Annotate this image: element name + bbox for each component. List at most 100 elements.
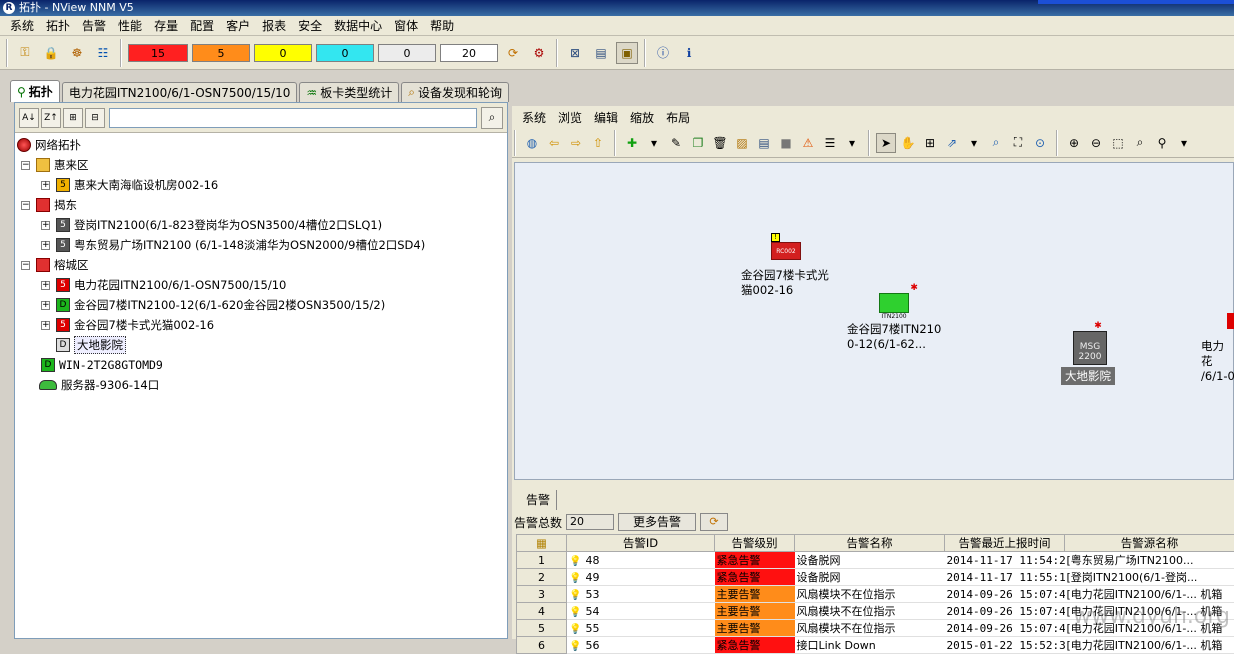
topo-node-power-garden[interactable]: 电力花 /6/1-0	[1201, 313, 1234, 384]
topo-node-itn2100[interactable]: ✱ ITN2100 金谷园7楼ITN210 0-12(6/1-62...	[847, 283, 941, 352]
tree-search-input[interactable]	[109, 108, 477, 128]
table-row[interactable]: 1 💡48 紧急告警 设备脱网 2014-11-17 11:54:28 [粤东贸…	[517, 552, 1234, 569]
sort-descending-icon[interactable]: Z↑	[41, 108, 61, 128]
tree-node-device[interactable]: + 5 惠来大南海临设机房002-16	[17, 175, 507, 195]
lock-icon[interactable]: 🔒	[40, 42, 62, 64]
delete-icon[interactable]: 🗑	[710, 133, 730, 153]
major-alarm-count[interactable]: 5	[192, 44, 250, 62]
tab-board-stats[interactable]: ♒ 板卡类型统计	[299, 82, 399, 102]
alarm-settings-icon[interactable]: ⚙	[528, 42, 550, 64]
alarm-tab[interactable]: 告警	[520, 490, 557, 510]
locate-icon[interactable]: ⊙	[1030, 133, 1050, 153]
binoculars-icon[interactable]: ⌕	[481, 107, 503, 129]
tree-node-device[interactable]: + 5 电力花园ITN2100/6/1-OSN7500/15/10	[17, 275, 507, 295]
zoom-region-icon[interactable]: ⬚	[1108, 133, 1128, 153]
topo-menu-browse[interactable]: 浏览	[552, 109, 588, 126]
expand-icon[interactable]: +	[41, 281, 50, 290]
globe-icon[interactable]: ◍	[522, 133, 542, 153]
chevron-down-icon[interactable]: ▾	[644, 133, 664, 153]
tree-node-group[interactable]: − 榕城区	[17, 255, 507, 275]
fit-screen-icon[interactable]: ⛶	[1008, 133, 1028, 153]
magnifier-icon[interactable]: ⌕	[1130, 133, 1150, 153]
collapse-icon[interactable]: −	[21, 201, 30, 210]
topo-menu-zoom[interactable]: 缩放	[624, 109, 660, 126]
table-row[interactable]: 6 💡56 紧急告警 接口Link Down 2015-01-22 15:52:…	[517, 637, 1234, 654]
pointer-icon[interactable]: ➤	[876, 133, 896, 153]
warning-alarm-count[interactable]: 0	[316, 44, 374, 62]
zoom-in-icon[interactable]: ⊕	[1064, 133, 1084, 153]
tree-view-icon[interactable]: ☷	[92, 42, 114, 64]
sort-ascending-icon[interactable]: A↓	[19, 108, 39, 128]
menu-inventory[interactable]: 存量	[148, 16, 184, 36]
table-row[interactable]: 3 💡53 主要告警 风扇模块不在位指示 2014-09-26 15:07:49…	[517, 586, 1234, 603]
chevron-down-icon[interactable]: ▾	[964, 133, 984, 153]
collapse-all-icon[interactable]: ⊟	[85, 108, 105, 128]
topo-node-rc002[interactable]: ! RC002 金谷园7楼卡式光 猫002-16	[741, 233, 829, 298]
about-icon[interactable]: ℹ	[678, 42, 700, 64]
topo-menu-layout[interactable]: 布局	[660, 109, 696, 126]
menu-security[interactable]: 安全	[292, 16, 328, 36]
collapse-icon[interactable]: −	[21, 261, 30, 270]
menu-customer[interactable]: 客户	[220, 16, 256, 36]
help-icon[interactable]: ⓘ	[652, 42, 674, 64]
gray-box-icon[interactable]: ■	[776, 133, 796, 153]
key-icon[interactable]: ⚿	[14, 42, 36, 64]
zoom-options-icon[interactable]: ⚲	[1152, 133, 1172, 153]
column-header[interactable]: 告警名称	[795, 535, 945, 552]
tree-node-server[interactable]: 服务器-9306-14口	[17, 375, 507, 395]
menu-window[interactable]: 窗体	[388, 16, 424, 36]
column-header[interactable]: 告警最近上报时间	[945, 535, 1065, 552]
expand-icon[interactable]: +	[41, 301, 50, 310]
table-row[interactable]: 2 💡49 紧急告警 设备脱网 2014-11-17 11:55:17 [登岗I…	[517, 569, 1234, 586]
menu-config[interactable]: 配置	[184, 16, 220, 36]
tree-node-host[interactable]: D WIN-2T2G8GTOMD9	[17, 355, 507, 375]
window-list-icon[interactable]: ▤	[590, 42, 612, 64]
topo-menu-edit[interactable]: 编辑	[588, 109, 624, 126]
list-view-icon[interactable]: ☰	[820, 133, 840, 153]
menu-alarm[interactable]: 告警	[76, 16, 112, 36]
expand-icon[interactable]: +	[41, 181, 50, 190]
back-arrow-icon[interactable]: ⇦	[544, 133, 564, 153]
menu-datacenter[interactable]: 数据中心	[328, 16, 388, 36]
topo-node-cinema[interactable]: ✱ MSG 2200 大地影院	[1061, 321, 1115, 385]
link-icon[interactable]: ⇗	[942, 133, 962, 153]
critical-alarm-count[interactable]: 15	[128, 44, 188, 62]
total-alarm-count[interactable]: 20	[440, 44, 498, 62]
event-alarm-count[interactable]: 0	[378, 44, 436, 62]
table-settings-icon[interactable]: ▦	[517, 535, 567, 552]
zoom-out-icon[interactable]: ⊖	[1086, 133, 1106, 153]
minor-alarm-count[interactable]: 0	[254, 44, 312, 62]
copy-icon[interactable]: ❐	[688, 133, 708, 153]
tree-node-group[interactable]: − 惠来区	[17, 155, 507, 175]
more-alarms-button[interactable]: 更多告警	[618, 513, 696, 531]
expand-all-icon[interactable]: ⊞	[63, 108, 83, 128]
hand-icon[interactable]: ✋	[898, 133, 918, 153]
refresh-alarms-icon[interactable]: ⟳	[700, 513, 728, 531]
tree-node-group[interactable]: − 揭东	[17, 195, 507, 215]
expand-icon[interactable]: +	[41, 321, 50, 330]
topology-canvas[interactable]: ! RC002 金谷园7楼卡式光 猫002-16 ✱ ITN2100 金谷园7楼…	[514, 162, 1234, 480]
edit-icon[interactable]: ✎	[666, 133, 686, 153]
column-header[interactable]: 告警级别	[715, 535, 795, 552]
collapse-icon[interactable]: −	[21, 161, 30, 170]
window-controls[interactable]	[1038, 0, 1234, 4]
tree-node-device[interactable]: + 5 粤东贸易广场ITN2100 (6/1-148淡浦华为OSN2000/9槽…	[17, 235, 507, 255]
menu-system[interactable]: 系统	[4, 16, 40, 36]
search-icon[interactable]: ⌕	[986, 133, 1006, 153]
lock-screen-icon[interactable]: ▣	[616, 42, 638, 64]
grid-icon[interactable]: ⊞	[920, 133, 940, 153]
tree-node-device[interactable]: + D 金谷园7楼ITN2100-12(6/1-620金谷园2楼OSN3500/…	[17, 295, 507, 315]
users-icon[interactable]: ☸	[66, 42, 88, 64]
tree-node-device-selected[interactable]: D 大地影院	[17, 335, 507, 355]
chevron-down-icon[interactable]: ▾	[842, 133, 862, 153]
tree-node-device[interactable]: + 5 登岗ITN2100(6/1-823登岗华为OSN3500/4槽位2口SL…	[17, 215, 507, 235]
chevron-down-icon[interactable]: ▾	[1174, 133, 1194, 153]
menu-topology[interactable]: 拓扑	[40, 16, 76, 36]
column-header[interactable]: 告警源名称	[1065, 535, 1234, 552]
tab-topology[interactable]: ⚲ 拓扑	[10, 80, 60, 102]
column-header[interactable]: 告警ID	[567, 535, 715, 552]
menu-help[interactable]: 帮助	[424, 16, 460, 36]
add-icon[interactable]: ✚	[622, 133, 642, 153]
expand-icon[interactable]: +	[41, 241, 50, 250]
tab-discovery[interactable]: ⌕ 设备发现和轮询	[401, 82, 509, 102]
